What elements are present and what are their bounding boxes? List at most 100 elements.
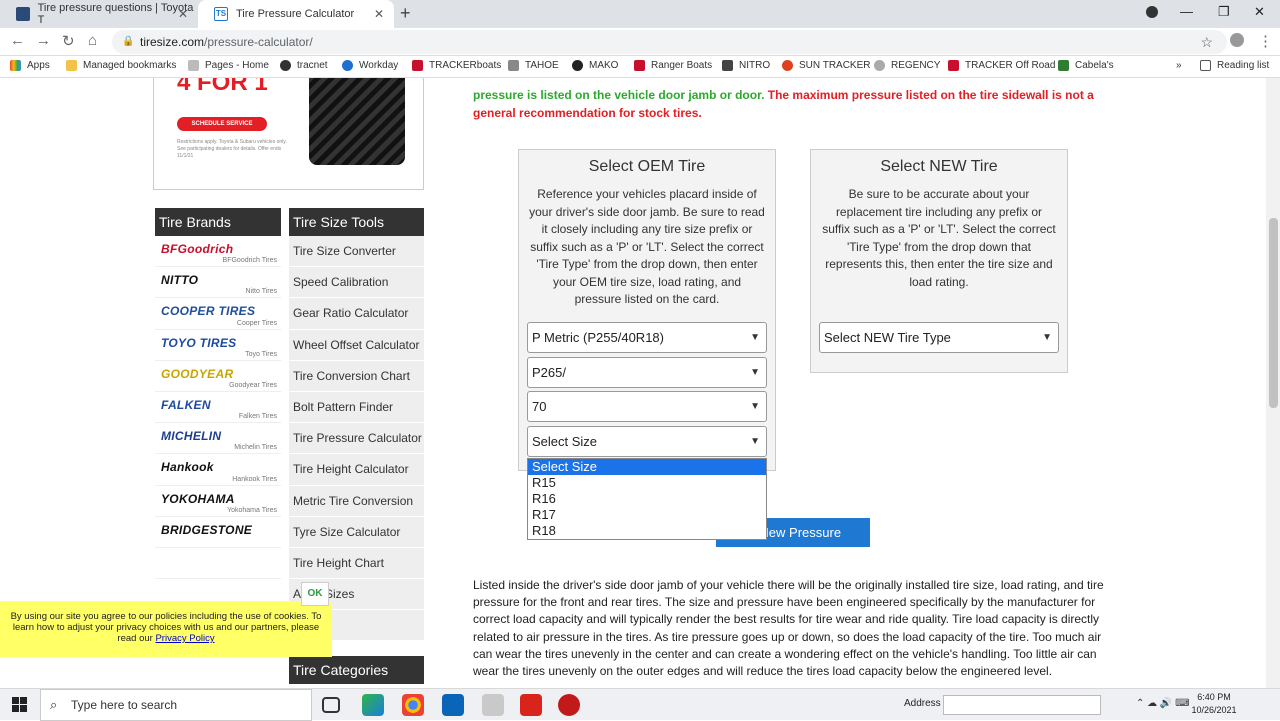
chrome-icon[interactable]	[402, 694, 424, 716]
home-icon[interactable]: ⌂	[88, 32, 97, 49]
close-tab-icon[interactable]: ✕	[374, 7, 384, 21]
brand-item[interactable]: MICHELIN Michelin Tires	[155, 423, 281, 455]
bookmark-nitro[interactable]: NITRO	[722, 60, 770, 71]
tool-link[interactable]: Tire Height Chart	[289, 547, 424, 580]
tire-categories-title: Tire Categories	[289, 656, 424, 684]
tracker-icon	[412, 60, 423, 71]
tool-link[interactable]: Tire Height Calculator	[289, 454, 424, 486]
forward-icon[interactable]: →	[36, 32, 51, 49]
schedule-service-button[interactable]: SCHEDULE SERVICE	[177, 117, 267, 131]
oem-size-select[interactable]: Select Size ▼	[527, 426, 767, 457]
oem-tire-type-select[interactable]: P Metric (P255/40R18) ▼	[527, 322, 767, 353]
oem-width-select[interactable]: P265/ ▼	[527, 357, 767, 388]
tool-link[interactable]: Speed Calibration	[289, 267, 424, 299]
page-scrollbar[interactable]	[1266, 78, 1280, 688]
scrollbar-thumb[interactable]	[1269, 218, 1278, 408]
brand-item[interactable]: YOKOHAMA Yokohama Tires	[155, 485, 281, 517]
bookmark-regency[interactable]: REGENCY	[874, 60, 940, 71]
profile-download-icon[interactable]	[1146, 6, 1158, 18]
new-tab-icon[interactable]: +	[400, 3, 411, 24]
size-option[interactable]: R15	[528, 475, 766, 491]
tab-toyota-forum[interactable]: Tire pressure questions | Toyota T ✕	[0, 0, 198, 28]
oem-aspect-select[interactable]: 70 ▼	[527, 391, 767, 422]
chevron-down-icon: ▼	[750, 401, 760, 412]
brand-logo: BRIDGESTONE	[161, 522, 253, 537]
media-icon[interactable]	[558, 694, 580, 716]
size-option[interactable]: R18	[528, 523, 766, 539]
reload-icon[interactable]: ↻	[62, 32, 75, 50]
tool-label: Gear Ratio Calculator	[293, 306, 409, 321]
app-icon[interactable]	[482, 694, 504, 716]
bookmark-pages-home[interactable]: Pages - Home	[188, 60, 269, 71]
brand-logo: BFGoodrich	[161, 242, 234, 256]
brand-item[interactable]: BRIDGESTONE	[155, 516, 281, 548]
tool-link[interactable]: Tire Pressure Calculator	[289, 423, 424, 455]
menu-kebab-icon[interactable]: ⋮	[1258, 32, 1273, 50]
ad-banner[interactable]: 4 FOR 1 SCHEDULE SERVICE Restrictions ap…	[153, 78, 424, 190]
brand-logo: TOYO TIRES	[161, 335, 237, 350]
brand-item[interactable]: Hankook Hankook Tires	[155, 454, 281, 486]
task-view-icon[interactable]	[322, 697, 340, 713]
size-option[interactable]: R16	[528, 491, 766, 507]
size-option[interactable]: Select Size	[528, 459, 766, 475]
edge-icon[interactable]	[362, 694, 384, 716]
restore-icon[interactable]: ❐	[1218, 4, 1230, 20]
taskbar-clock[interactable]: 6:40 PM 10/26/2021	[1186, 691, 1242, 717]
bookmark-apps[interactable]: Apps	[10, 60, 50, 71]
close-window-icon[interactable]: ✕	[1254, 4, 1265, 20]
tool-link[interactable]: Bolt Pattern Finder	[289, 391, 424, 424]
bookmark-star-icon[interactable]: ☆	[1200, 30, 1213, 54]
bookmark-mako[interactable]: MAKO	[572, 60, 618, 71]
close-tab-icon[interactable]: ✕	[178, 7, 188, 21]
brand-item[interactable]: FALKEN Falken Tires	[155, 391, 281, 424]
outlook-icon[interactable]	[442, 694, 464, 716]
profile-avatar[interactable]	[1230, 33, 1244, 47]
brand-caption: Yokohama Tires	[227, 506, 277, 514]
taskbar-search-input[interactable]: ⌕ Type here to search	[40, 689, 312, 721]
bookmark-cabelas[interactable]: Cabela's	[1058, 60, 1114, 71]
privacy-policy-link[interactable]: Privacy Policy	[155, 633, 214, 644]
tool-link[interactable]: Tire Size Converter	[289, 236, 424, 268]
reading-list[interactable]: Reading list	[1200, 60, 1269, 71]
address-bar[interactable]: 🔒 tiresize.com/pressure-calculator/ ☆	[112, 30, 1227, 54]
tool-link[interactable]: Tire Conversion Chart	[289, 360, 424, 392]
bookmark-label: TRACKER Off Road	[965, 60, 1056, 71]
windows-start-icon[interactable]	[12, 697, 28, 713]
tab-tire-pressure-calculator[interactable]: TS Tire Pressure Calculator ✕	[198, 0, 394, 28]
size-option[interactable]: R17	[528, 507, 766, 523]
tool-link[interactable]: Gear Ratio Calculator	[289, 298, 424, 330]
bookmark-label: Pages - Home	[205, 60, 269, 71]
bookmark-tracker-offroad[interactable]: TRACKER Off Road	[948, 60, 1055, 71]
bookmark-workday[interactable]: Workday	[342, 60, 398, 71]
brand-item[interactable]: TOYO TIRES Toyo Tires	[155, 329, 281, 361]
minimize-icon[interactable]: —	[1180, 4, 1193, 19]
bookmark-sun-tracker[interactable]: SUN TRACKER	[782, 60, 871, 71]
brand-item[interactable]	[155, 547, 281, 580]
brand-logo: MICHELIN	[161, 429, 222, 444]
tool-link[interactable]: Tyre Size Calculator	[289, 516, 424, 548]
bookmark-tahoe[interactable]: TAHOE	[508, 60, 559, 71]
more-bookmarks-icon[interactable]: »	[1176, 60, 1182, 71]
brand-item[interactable]: COOPER TIRES Cooper Tires	[155, 298, 281, 330]
tool-link[interactable]: Wheel Offset Calculator	[289, 329, 424, 361]
bookmark-trackerboats[interactable]: TRACKERboats	[412, 60, 501, 71]
cookie-ok-button[interactable]: OK	[301, 582, 329, 606]
bookmark-managed[interactable]: Managed bookmarks	[66, 60, 176, 71]
tool-link[interactable]: Metric Tire Conversion	[289, 485, 424, 517]
tire-brands-title: Tire Brands	[155, 208, 281, 236]
tool-label: A	[293, 587, 302, 602]
bookmark-ranger[interactable]: Ranger Boats	[634, 60, 712, 71]
new-tire-type-select[interactable]: Select NEW Tire Type ▼	[819, 322, 1059, 353]
oem-aspect-value: 70	[532, 399, 547, 414]
tire-size-tools-title: Tire Size Tools	[289, 208, 424, 236]
brand-item[interactable]: GOODYEAR Goodyear Tires	[155, 360, 281, 392]
back-icon[interactable]: ←	[10, 32, 25, 49]
brand-item[interactable]: BFGoodrich BFGoodrich Tires	[155, 236, 281, 268]
system-tray[interactable]: ⌃ ☁ 🔊 ⌨	[1136, 698, 1190, 709]
bookmarks-bar: Apps Managed bookmarks Pages - Home trac…	[0, 56, 1280, 78]
oem-title: Select OEM Tire	[588, 158, 706, 175]
address-toolbar-input[interactable]	[943, 695, 1101, 715]
bookmark-tracnet[interactable]: tracnet	[280, 60, 328, 71]
brand-item[interactable]: NITTO Nitto Tires	[155, 267, 281, 299]
acrobat-icon[interactable]	[520, 694, 542, 716]
